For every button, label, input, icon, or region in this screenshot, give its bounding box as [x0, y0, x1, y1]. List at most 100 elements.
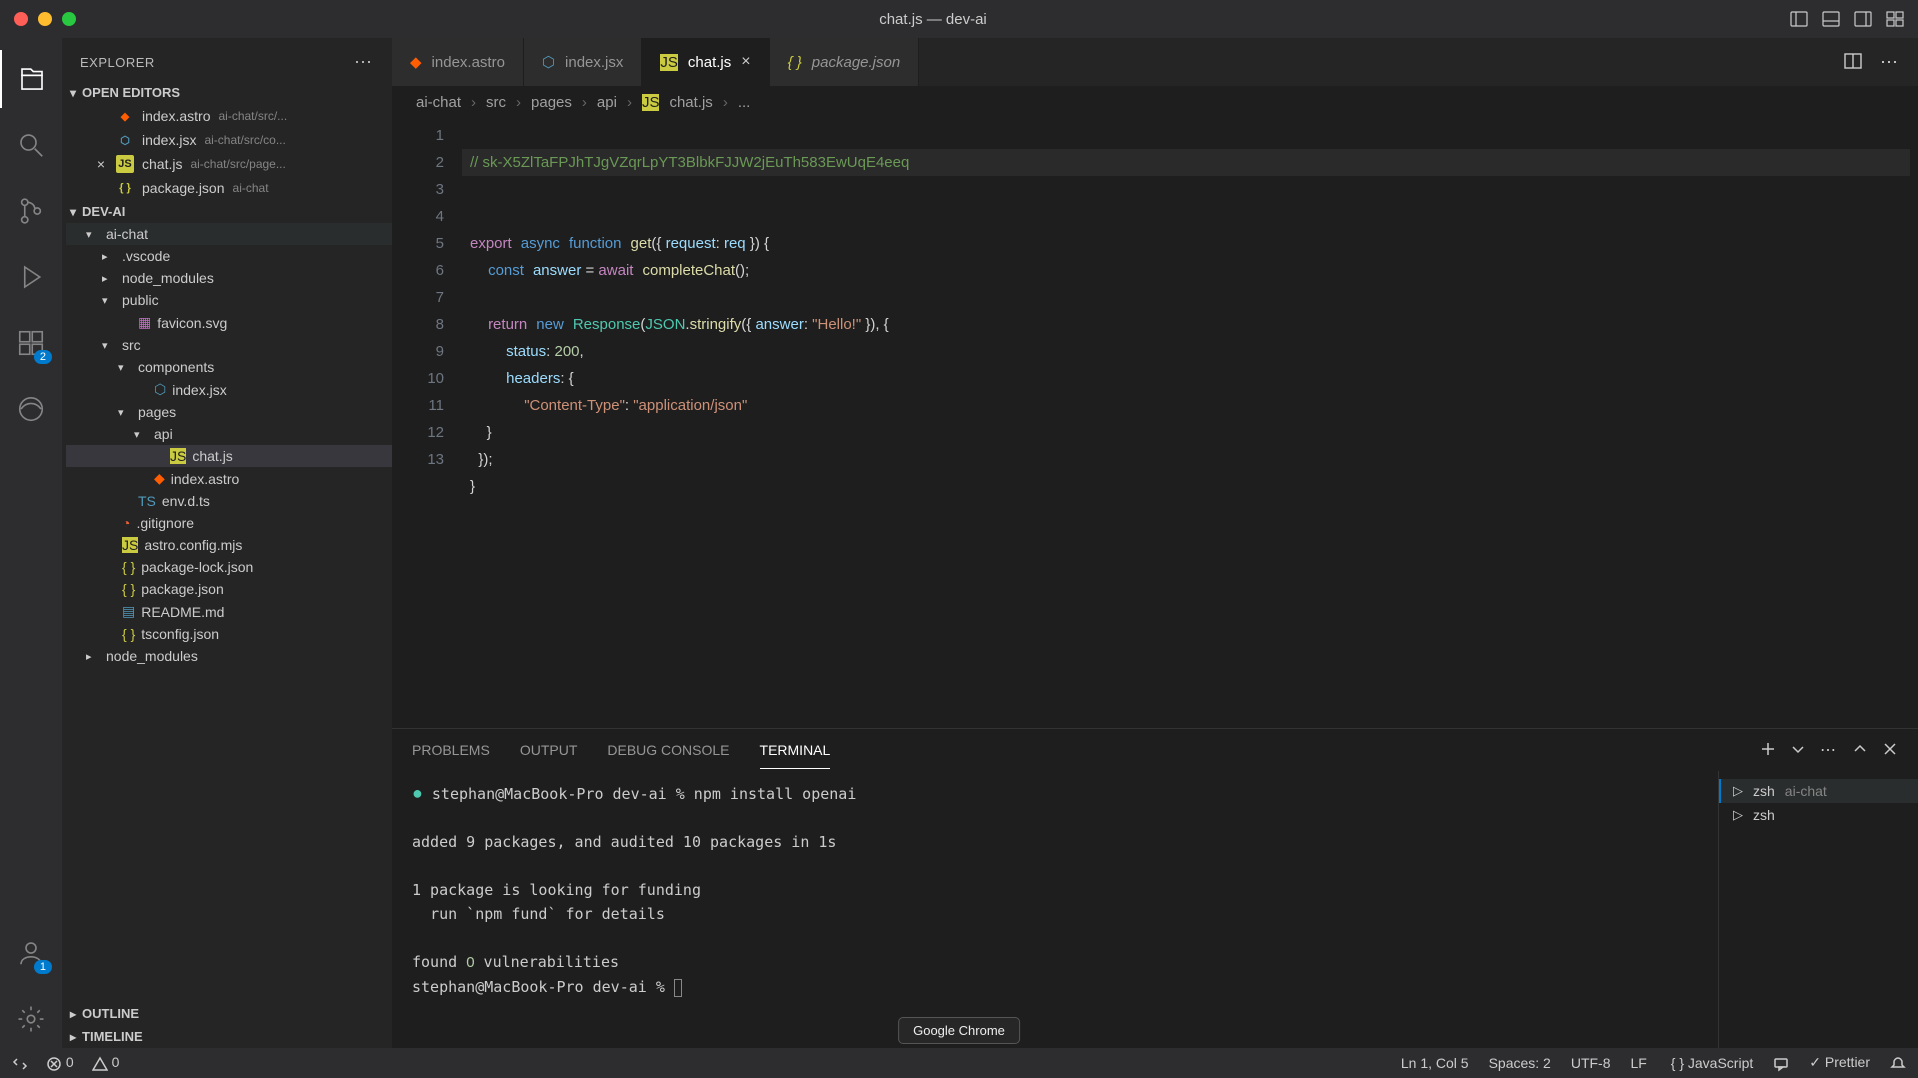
indentation[interactable]: Spaces: 2: [1489, 1055, 1551, 1071]
maximize-window-icon[interactable]: [62, 12, 76, 26]
warnings-count[interactable]: 0: [92, 1054, 120, 1071]
toggle-secondary-sidebar-icon[interactable]: [1854, 10, 1872, 28]
open-editor-item[interactable]: ×JSchat.jsai-chat/src/page...: [62, 152, 392, 176]
open-editor-item[interactable]: •⬡index.jsxai-chat/src/co...: [62, 128, 392, 152]
toggle-panel-icon[interactable]: [1822, 10, 1840, 28]
editor-tab[interactable]: { }package.json: [770, 38, 920, 86]
activity-explorer[interactable]: [0, 50, 62, 108]
prettier-status[interactable]: ✓ Prettier: [1809, 1054, 1870, 1071]
tree-folder[interactable]: ▾ai-chat: [66, 223, 392, 245]
open-editor-item[interactable]: •{ }package.jsonai-chat: [62, 176, 392, 200]
activity-search[interactable]: [0, 116, 62, 174]
tree-folder[interactable]: ▾components: [66, 356, 392, 378]
breadcrumb-item[interactable]: pages: [531, 94, 572, 111]
tree-folder[interactable]: ▾pages: [66, 401, 392, 423]
minimize-window-icon[interactable]: [38, 12, 52, 26]
chevron-down-icon[interactable]: ▾: [86, 228, 100, 241]
open-editors-header[interactable]: ▾ OPEN EDITORS: [62, 81, 392, 104]
chevron-down-icon[interactable]: ▾: [102, 294, 116, 307]
toggle-primary-sidebar-icon[interactable]: [1790, 10, 1808, 28]
editor-tab[interactable]: JSchat.js×: [642, 38, 769, 86]
cursor-position[interactable]: Ln 1, Col 5: [1401, 1055, 1469, 1071]
open-editor-item[interactable]: •◆index.astroai-chat/src/...: [62, 104, 392, 128]
panel-tab-debug-console[interactable]: DEBUG CONSOLE: [607, 732, 729, 768]
more-actions-icon[interactable]: ⋯: [1880, 52, 1900, 73]
editor-tab[interactable]: ⬡index.jsx: [524, 38, 642, 86]
activity-accounts[interactable]: 1: [0, 924, 62, 982]
breadcrumb-item[interactable]: api: [597, 94, 617, 111]
customize-layout-icon[interactable]: [1886, 10, 1904, 28]
new-terminal-icon[interactable]: [1760, 741, 1776, 760]
code-content[interactable]: // sk-X5ZlTaFPJhTJgVZqrLpYT3BlbkFJJW2jEu…: [462, 118, 1918, 728]
terminal-output[interactable]: ● stephan@MacBook-Pro dev-ai % npm insta…: [392, 771, 1718, 1048]
tree-file[interactable]: TSenv.d.ts: [66, 490, 392, 512]
tree-folder[interactable]: ▸.vscode: [66, 245, 392, 267]
tree-file[interactable]: ▤README.md: [66, 600, 392, 623]
editor-tab[interactable]: ◆index.astro: [392, 38, 524, 86]
split-editor-icon[interactable]: [1844, 52, 1862, 73]
timeline-header[interactable]: ▸ TIMELINE: [62, 1025, 392, 1048]
project-header[interactable]: ▾ DEV-AI: [62, 200, 392, 223]
feedback-icon[interactable]: [1773, 1054, 1789, 1071]
tree-file[interactable]: ◔.gitignore: [66, 512, 392, 534]
breadcrumb[interactable]: ai-chat› src› pages› api› JS chat.js› ..…: [392, 86, 1918, 118]
activity-extensions[interactable]: 2: [0, 314, 62, 372]
file-path: ai-chat/src/...: [218, 109, 287, 123]
tree-file[interactable]: JSchat.js: [66, 445, 392, 467]
tree-folder[interactable]: ▾public: [66, 289, 392, 311]
eol[interactable]: LF: [1631, 1055, 1647, 1071]
breadcrumb-item[interactable]: ai-chat: [416, 94, 461, 111]
encoding[interactable]: UTF-8: [1571, 1055, 1611, 1071]
terminal-instance[interactable]: ▷zsh: [1719, 803, 1918, 827]
chevron-right-icon[interactable]: ▸: [102, 250, 116, 263]
chevron-right-icon[interactable]: ▸: [102, 272, 116, 285]
tree-file[interactable]: ◆index.astro: [66, 467, 392, 490]
chevron-down-icon[interactable]: ▾: [134, 428, 148, 441]
panel-tab-output[interactable]: OUTPUT: [520, 732, 578, 768]
code-editor[interactable]: 12345678910111213 // sk-X5ZlTaFPJhTJgVZq…: [392, 118, 1918, 728]
tree-file[interactable]: JSastro.config.mjs: [66, 534, 392, 556]
errors-count[interactable]: 0: [46, 1054, 74, 1071]
window-controls[interactable]: [14, 12, 76, 26]
chevron-down-icon[interactable]: ▾: [118, 361, 132, 374]
remote-indicator[interactable]: [12, 1054, 28, 1071]
close-window-icon[interactable]: [14, 12, 28, 26]
chevron-down-icon[interactable]: ▾: [118, 406, 132, 419]
close-editor-icon[interactable]: ×: [94, 156, 108, 172]
activity-settings[interactable]: [0, 990, 62, 1048]
chevron-right-icon[interactable]: ▸: [86, 650, 100, 663]
tree-folder[interactable]: ▾src: [66, 334, 392, 356]
panel-tab-problems[interactable]: PROBLEMS: [412, 732, 490, 768]
maximize-panel-icon[interactable]: [1852, 741, 1868, 760]
close-panel-icon[interactable]: [1882, 741, 1898, 760]
file-name: tsconfig.json: [141, 626, 219, 642]
tree-file[interactable]: ⬡index.jsx: [66, 378, 392, 401]
line-number: 4: [392, 203, 444, 230]
activity-run-debug[interactable]: [0, 248, 62, 306]
file-name: chat.js: [192, 448, 232, 464]
breadcrumb-item[interactable]: chat.js: [669, 94, 712, 111]
tree-file[interactable]: { }package-lock.json: [66, 556, 392, 578]
tree-file[interactable]: ▦favicon.svg: [66, 311, 392, 334]
language-mode[interactable]: { } JavaScript: [1667, 1055, 1753, 1071]
tree-file[interactable]: { }tsconfig.json: [66, 623, 392, 645]
panel-tab-terminal[interactable]: TERMINAL: [760, 732, 831, 769]
file-name: chat.js: [142, 156, 182, 172]
chevron-down-icon[interactable]: ▾: [102, 339, 116, 352]
panel-more-icon[interactable]: ⋯: [1820, 740, 1838, 760]
tree-folder[interactable]: ▾api: [66, 423, 392, 445]
sidebar-more-icon[interactable]: ⋯: [354, 52, 374, 73]
tree-file[interactable]: { }package.json: [66, 578, 392, 600]
terminal-instance[interactable]: ▷zshai-chat: [1719, 779, 1918, 803]
close-tab-icon[interactable]: ×: [741, 53, 750, 71]
terminal-dropdown-icon[interactable]: [1790, 741, 1806, 760]
breadcrumb-item[interactable]: src: [486, 94, 506, 111]
notifications-icon[interactable]: [1890, 1054, 1906, 1071]
activity-source-control[interactable]: [0, 182, 62, 240]
outline-header[interactable]: ▸ OUTLINE: [62, 1002, 392, 1025]
breadcrumb-item[interactable]: ...: [738, 94, 751, 111]
line-number: 8: [392, 311, 444, 338]
activity-edge-tools[interactable]: [0, 380, 62, 438]
tree-folder[interactable]: ▸node_modules: [66, 267, 392, 289]
tree-folder[interactable]: ▸node_modules: [66, 645, 392, 667]
